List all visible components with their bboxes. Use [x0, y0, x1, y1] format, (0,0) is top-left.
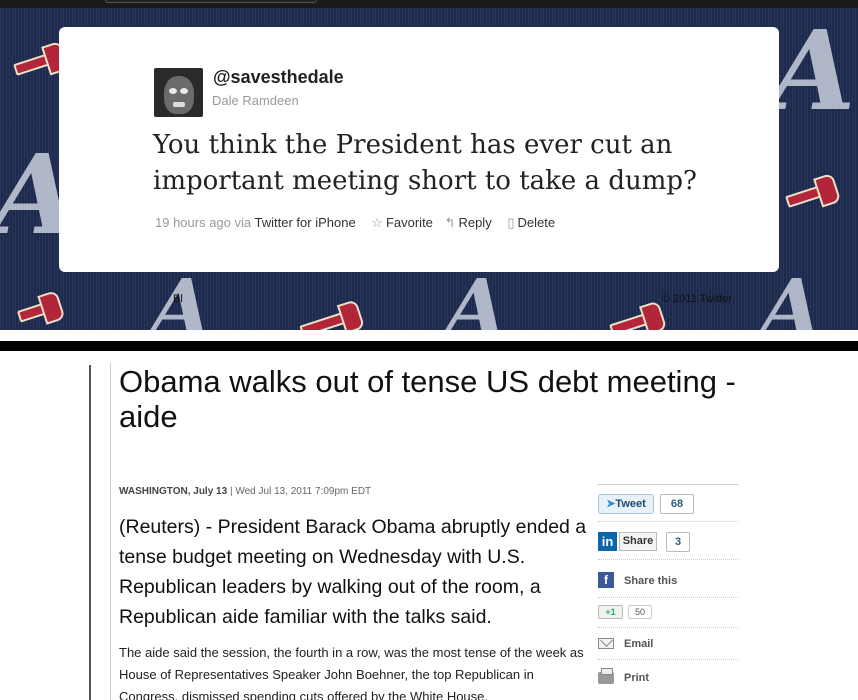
delete-label: Delete	[517, 215, 556, 230]
tweet-timestamp[interactable]: 19 hours ago via	[155, 215, 251, 230]
gplus-count: 50	[628, 605, 652, 619]
facebook-share-label[interactable]: Share this	[624, 575, 677, 587]
team-logo-a: A	[445, 261, 508, 330]
team-logo-a: A	[770, 6, 856, 135]
dateline-city: WASHINGTON, July 13	[119, 486, 228, 497]
tweet-meta: 19 hours ago via Twitter for iPhone ☆ Fav…	[155, 215, 555, 231]
favorite-label: Favorite	[385, 215, 433, 230]
avatar-eye	[180, 88, 188, 94]
twitter-background: A A A A A Bl © 2011 Twitter @savesthedal…	[0, 0, 858, 330]
article-left-border	[89, 365, 92, 700]
reply-arrow-icon: ↰	[444, 215, 456, 230]
article-dateline: WASHINGTON, July 13 | Wed Jul 13, 2011 7…	[119, 486, 371, 497]
tweet-button[interactable]: ➤Tweet	[598, 494, 654, 514]
gplus-button[interactable]: +1	[598, 605, 623, 619]
twitter-copyright: © 2011 Twitter	[662, 293, 733, 305]
tweet-text: You think the President has ever cut an …	[153, 130, 697, 196]
article-title: Obama walks out of tense US debt meeting…	[119, 364, 736, 434]
share-divider	[598, 484, 738, 485]
reply-label: Reply	[458, 215, 492, 230]
print-row[interactable]: Print	[598, 664, 738, 694]
search-box[interactable]	[105, 0, 317, 3]
tomahawk-logo	[785, 184, 827, 208]
linkedin-count: 3	[666, 532, 690, 552]
reply-action[interactable]: ↰ Reply	[445, 215, 492, 230]
email-label[interactable]: Email	[624, 638, 653, 650]
twitter-footer-link[interactable]: Bl	[173, 293, 183, 305]
email-row[interactable]: Email	[598, 630, 738, 660]
divider	[0, 330, 858, 340]
linkedin-share-button[interactable]: Share	[619, 532, 657, 551]
tweet-author-name: Dale Ramdeen	[212, 93, 299, 108]
favorite-action[interactable]: ☆ Favorite	[371, 215, 433, 230]
tomahawk-logo	[13, 52, 55, 76]
tweet-handle[interactable]: @savesthedale	[213, 67, 344, 88]
tomahawk-logo	[609, 311, 653, 330]
tomahawk-logo	[299, 310, 351, 330]
tweet-client-link[interactable]: Twitter for iPhone	[255, 215, 356, 230]
avatar-face	[164, 76, 194, 114]
avatar[interactable]	[154, 68, 203, 117]
facebook-icon: f	[598, 572, 614, 588]
tweet-card: @savesthedale Dale Ramdeen You think the…	[59, 27, 779, 272]
star-icon: ☆	[371, 215, 383, 230]
article-body: The aide said the session, the fourth in…	[119, 645, 584, 700]
article-lead: (Reuters) - President Barack Obama abrup…	[119, 516, 587, 628]
avatar-eye	[169, 88, 177, 94]
tomahawk-logo	[16, 301, 52, 323]
facebook-share-row[interactable]: f Share this	[598, 566, 738, 598]
divider	[0, 341, 858, 351]
tweet-button-label: Tweet	[615, 498, 646, 510]
linkedin-icon[interactable]: in	[598, 532, 617, 551]
team-logo-a: A	[760, 261, 823, 330]
avatar-mouth	[173, 102, 185, 107]
printer-icon	[598, 668, 614, 684]
trash-icon: ▯	[507, 215, 515, 230]
tweet-share-row: ➤Tweet 68	[598, 490, 738, 522]
gplus-share-row: +1 50	[598, 598, 738, 628]
email-icon	[598, 638, 614, 649]
twitter-top-bar	[0, 0, 858, 8]
tweet-count: 68	[660, 494, 694, 514]
delete-action[interactable]: ▯ Delete	[507, 215, 555, 230]
dateline-time: | Wed Jul 13, 2011 7:09pm EDT	[227, 486, 372, 497]
linkedin-share-row: in Share 3	[598, 528, 738, 560]
print-label[interactable]: Print	[624, 672, 649, 684]
article-column-rule	[110, 363, 111, 700]
